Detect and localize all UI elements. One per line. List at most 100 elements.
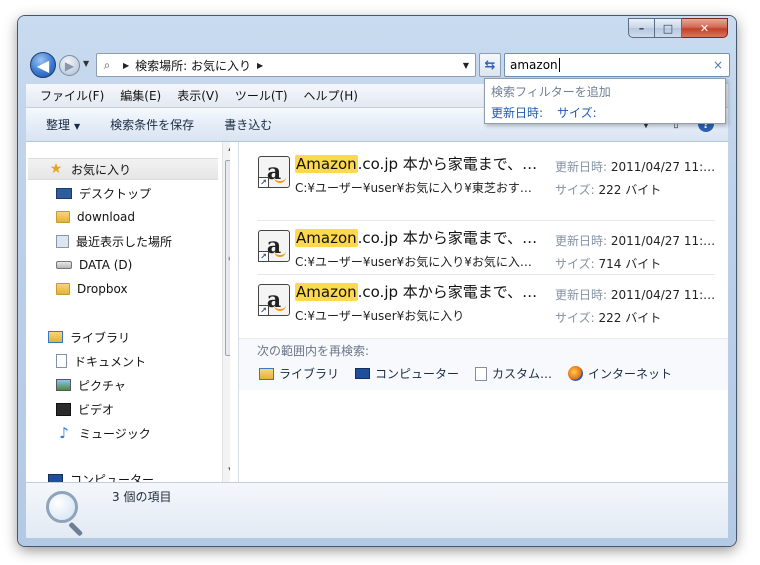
menu-help[interactable]: ヘルプ(H) [304,87,358,104]
burn-button[interactable]: 書き込む [224,116,272,133]
sidebar-item-computer[interactable]: コンピューター [48,468,154,482]
result-date: 更新日時: 2011/04/27 11:… [555,232,715,249]
maximize-button[interactable]: □ [655,18,682,38]
clear-search-icon[interactable]: × [713,58,723,72]
sidebar-item-music[interactable]: ♪ ミュージック [56,422,151,444]
search-again-libraries[interactable]: ライブラリ [259,365,339,382]
sidebar-item-label: ドキュメント [74,354,147,369]
size-label: サイズ: [555,183,595,197]
navigation-scrollbar[interactable]: ▲ ≡ ▼ [222,142,230,482]
result-title: Amazon.co.jp 本から家電まで、… [295,153,537,174]
sidebar-item-data-drive[interactable]: DATA (D) [56,254,132,276]
scroll-up-arrow-icon[interactable]: ▲ [223,144,230,158]
add-search-filter-label: 検索フィルターを追加 [491,85,611,99]
pictures-icon [56,379,71,391]
sidebar-item-recent-places[interactable]: 最近表示した場所 [56,230,172,252]
search-results-pane: a ↗ Amazon.co.jp 本から家電まで、… C:¥ユーザー¥user¥お… [239,142,728,482]
minimize-button[interactable]: – [628,18,655,38]
amazon-shortcut-icon: a ↗ [258,156,290,188]
date-modified-value: 2011/04/27 11:… [610,288,716,302]
result-item[interactable]: a ↗ Amazon.co.jp 本から家電まで、… C:¥ユーザー¥user¥お… [255,280,715,330]
main-content: ★ お気に入り デスクトップ download 最近表示した場所 DATA (D… [26,142,728,482]
sidebar-item-label: DATA (D) [79,258,133,272]
size-value: 222 バイト [598,183,662,197]
amazon-shortcut-icon: a ↗ [258,284,290,316]
search-again-section: 次の範囲内を再検索: ライブラリ コンピューター カスタム… インターネット [239,338,728,390]
recent-pages-dropdown[interactable]: ▼ [83,59,89,68]
result-title: Amazon.co.jp 本から家電まで、… [295,227,537,248]
result-title-rest: .co.jp 本から家電まで、… [357,283,538,301]
sidebar-item-label: ピクチャ [78,378,126,393]
breadcrumb-chevron-icon[interactable]: ▶ [123,61,129,70]
save-search-button[interactable]: 検索条件を保存 [110,116,194,133]
caption-buttons: – □ ✕ [628,18,728,38]
sidebar-item-label: 最近表示した場所 [76,234,173,249]
result-divider [257,220,715,221]
search-again-internet[interactable]: インターネット [568,365,672,382]
search-again-custom[interactable]: カスタム… [475,365,552,382]
filter-date-modified-link[interactable]: 更新日時: [491,104,543,121]
result-title-rest: .co.jp 本から家電まで、… [357,155,538,173]
search-hit-highlight: Amazon [295,155,358,173]
search-again-computer[interactable]: コンピューター [355,365,459,382]
sidebar-item-favorites[interactable]: ★ お気に入り [28,158,218,180]
size-label: サイズ: [555,311,595,325]
sidebar-item-label: Dropbox [77,282,128,296]
search-filter-dropdown: 検索フィルターを追加 更新日時: サイズ: [484,78,726,124]
sidebar-item-dropbox[interactable]: Dropbox [56,278,128,300]
address-bar[interactable]: ⌕ ▶ 検索場所: お気に入り ▶ ▼ [96,53,476,77]
desktop-icon [56,187,72,199]
explorer-window: – □ ✕ ◀ ▶ ▼ ⌕ ▶ 検索場所: お気に入り ▶ ▼ ⇆ amazon… [18,16,736,546]
item-count: 3 個の項目 [112,490,172,504]
search-again-label-custom: カスタム… [492,367,553,381]
scroll-thumb[interactable]: ≡ [225,160,230,356]
scroll-down-arrow-icon[interactable]: ▼ [223,466,230,480]
search-icon: ⌕ [103,57,111,72]
search-again-label-computer: コンピューター [375,367,460,381]
amazon-shortcut-icon: a ↗ [258,230,290,262]
sidebar-item-videos[interactable]: ビデオ [56,398,114,420]
library-icon [259,367,274,380]
date-modified-label: 更新日時: [555,288,608,302]
filter-size-link[interactable]: サイズ: [557,104,597,121]
document-icon [56,354,67,368]
sidebar-item-libraries[interactable]: ライブラリ [48,326,130,348]
sidebar-item-label: download [77,210,136,224]
result-title: Amazon.co.jp 本から家電まで、… [295,281,537,302]
sidebar-item-label: ミュージック [79,426,151,441]
sidebar-item-download[interactable]: download [56,206,135,228]
date-modified-label: 更新日時: [555,234,608,248]
text-caret [558,58,560,72]
result-path: C:¥ユーザー¥user¥お気に入り¥東芝おす… [295,181,532,195]
close-button[interactable]: ✕ [682,18,728,38]
menu-view[interactable]: 表示(V) [177,87,219,104]
sidebar-item-desktop[interactable]: デスクトップ [56,182,151,204]
result-item[interactable]: a ↗ Amazon.co.jp 本から家電まで、… C:¥ユーザー¥user¥お… [255,226,715,276]
sidebar-item-pictures[interactable]: ピクチャ [56,374,126,396]
back-button[interactable]: ◀ [30,52,56,78]
size-value: 222 バイト [598,311,662,325]
sidebar-item-label: ビデオ [78,402,115,417]
result-path: C:¥ユーザー¥user¥お気に入り [295,309,465,323]
refresh-button[interactable]: ⇆ [479,53,501,77]
forward-button[interactable]: ▶ [59,55,80,76]
menu-tools[interactable]: ツール(T) [235,87,288,104]
details-pane: 3 個の項目 [26,482,728,538]
menu-edit[interactable]: 編集(E) [120,87,161,104]
sidebar-item-documents[interactable]: ドキュメント [56,350,146,372]
star-icon: ★ [49,161,63,177]
sidebar-item-label: デスクトップ [79,186,152,201]
breadcrumb-chevron-icon[interactable]: ▶ [257,61,263,70]
folder-icon [56,211,70,223]
breadcrumb-location[interactable]: 検索場所: お気に入り [135,57,251,74]
search-input[interactable]: amazon × [504,53,730,77]
result-item[interactable]: a ↗ Amazon.co.jp 本から家電まで、… C:¥ユーザー¥user¥お… [255,152,715,202]
library-icon [48,331,63,343]
organize-button[interactable]: 整理 ▼ [46,116,80,133]
chevron-down-icon: ▼ [74,122,81,131]
address-dropdown-icon[interactable]: ▼ [457,54,475,76]
recent-places-icon [56,234,69,248]
drive-icon [56,261,72,269]
search-again-label: 次の範囲内を再検索: [257,344,370,358]
menu-file[interactable]: ファイル(F) [40,87,104,104]
